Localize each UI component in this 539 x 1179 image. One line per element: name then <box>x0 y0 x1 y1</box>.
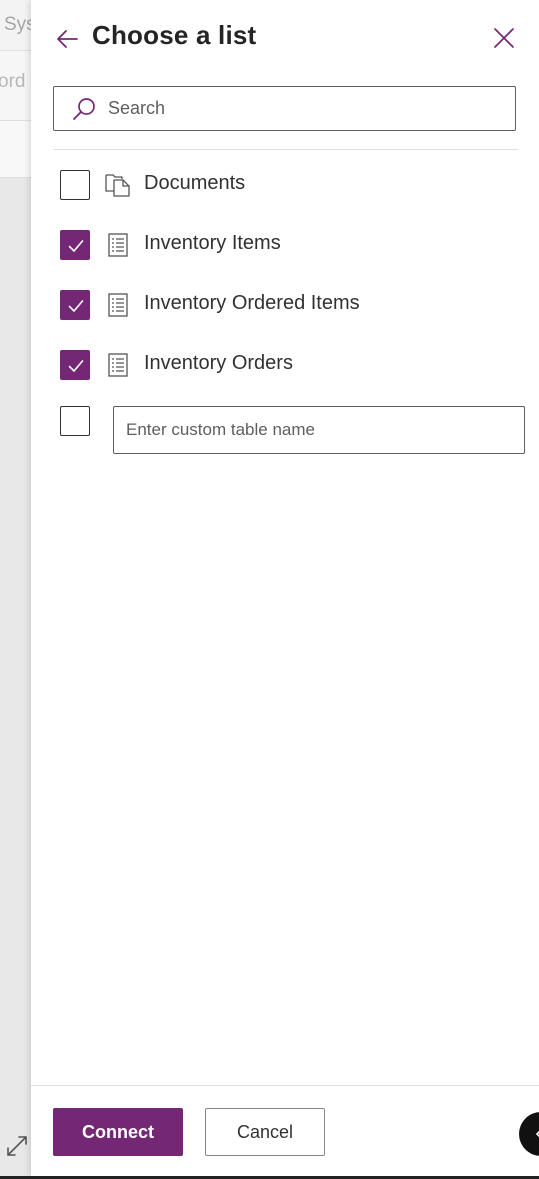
checkbox-checked[interactable] <box>60 350 90 380</box>
custom-table-name-input[interactable] <box>113 406 525 454</box>
search-input[interactable] <box>108 87 503 130</box>
background-app: Sys ord <box>0 0 31 1179</box>
checkmark-icon <box>68 240 84 252</box>
list-item-label: Inventory Ordered Items <box>144 292 360 314</box>
checkbox-checked[interactable] <box>60 230 90 260</box>
checkbox[interactable] <box>60 170 90 200</box>
background-text: Sys <box>4 14 31 35</box>
search-box[interactable] <box>53 86 516 131</box>
background-text: ord <box>0 71 26 92</box>
search-icon <box>73 98 95 120</box>
arrow-left-icon[interactable] <box>55 26 81 52</box>
chevron-icon <box>535 1130 539 1138</box>
choose-list-panel: Choose a list Documents <box>31 0 539 1176</box>
footer-divider <box>31 1085 539 1086</box>
list-icon <box>108 353 128 377</box>
panel-title: Choose a list <box>92 20 257 50</box>
list-item-label: Inventory Items <box>144 232 281 254</box>
expand-icon[interactable] <box>5 1134 29 1158</box>
list-item-label: Inventory Orders <box>144 352 293 374</box>
floating-action-button[interactable] <box>519 1112 539 1156</box>
background-toolbar <box>0 120 31 178</box>
document-library-icon <box>105 174 130 197</box>
list-item-documents[interactable]: Documents <box>60 170 500 200</box>
connect-button[interactable]: Connect <box>53 1108 183 1156</box>
list-item-label: Documents <box>144 172 246 194</box>
list-item-inventory-items[interactable]: Inventory Items <box>60 230 500 260</box>
custom-table-checkbox[interactable] <box>60 406 90 436</box>
checkmark-icon <box>68 360 84 372</box>
list-item-inventory-orders[interactable]: Inventory Orders <box>60 350 500 380</box>
checkbox-checked[interactable] <box>60 290 90 320</box>
list-item-inventory-ordered-items[interactable]: Inventory Ordered Items <box>60 290 500 320</box>
close-icon[interactable] <box>491 25 517 51</box>
list-icon <box>108 293 128 317</box>
checkmark-icon <box>68 300 84 312</box>
list-icon <box>108 233 128 257</box>
cancel-button[interactable]: Cancel <box>205 1108 325 1156</box>
divider <box>53 149 518 150</box>
